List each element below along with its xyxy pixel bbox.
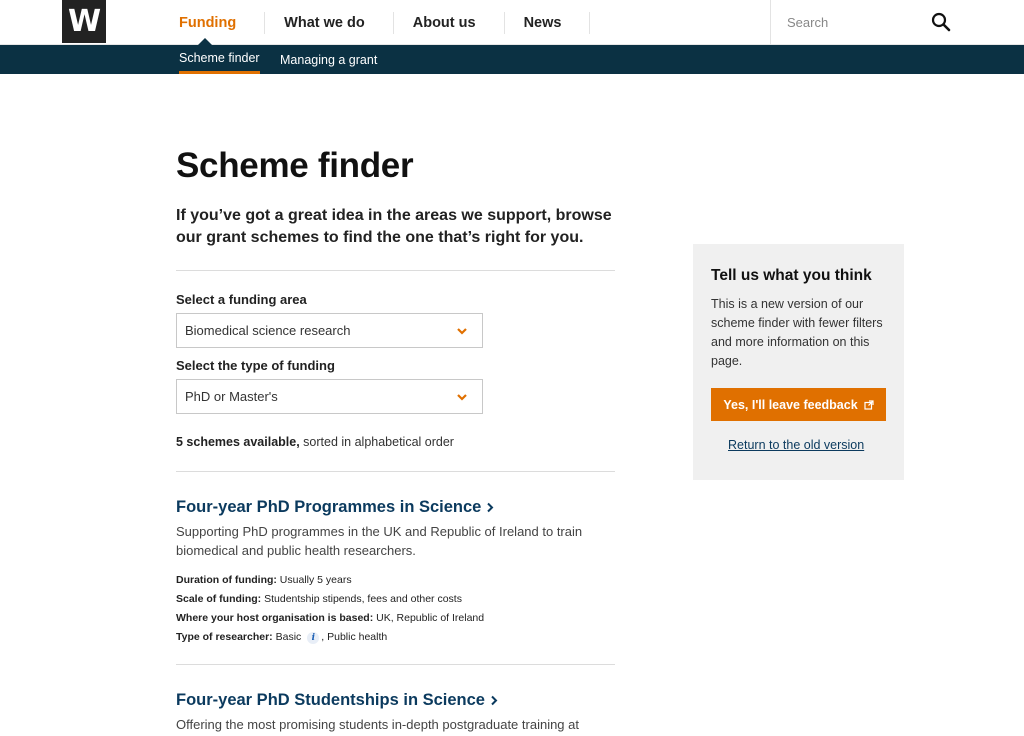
divider [176,471,615,472]
sub-nav: Scheme finder Managing a grant [0,45,1024,74]
scheme-description: Supporting PhD programmes in the UK and … [176,524,583,558]
leave-feedback-label: Yes, I'll leave feedback [723,397,858,412]
funding-area-select[interactable]: Biomedical science research [176,313,483,348]
scheme-title-link[interactable]: Four-year PhD Programmes in Science [176,498,494,517]
results-count-sort: sorted in alphabetical order [299,435,454,449]
main-nav: Funding What we do About us News [160,0,591,45]
leave-feedback-button[interactable]: Yes, I'll leave feedback [711,388,886,421]
chevron-down-icon [457,328,467,335]
scheme-meta-researcher: Type of researcher: Basic i, Public healt… [176,631,388,644]
page-title: Scheme finder [176,146,414,185]
search-input[interactable] [787,15,927,30]
nav-item-news[interactable]: News [505,11,591,34]
scheme-description: Offering the most promising students in-… [176,717,579,732]
scheme-title-link[interactable]: Four-year PhD Studentships in Science [176,691,498,710]
subnav-item-managing-a-grant[interactable]: Managing a grant [280,45,377,74]
funding-area-label: Select a funding area [176,292,307,307]
nav-item-funding[interactable]: Funding [160,11,266,34]
nav-item-about-us[interactable]: About us [394,11,505,34]
funding-type-label: Select the type of funding [176,358,335,373]
scheme-meta-scale: Scale of funding: Studentship stipends, … [176,593,462,605]
results-count: 5 schemes available, sorted in alphabeti… [176,435,454,449]
divider [176,664,615,665]
feedback-title: Tell us what you think [711,267,872,284]
results-count-number: 5 schemes available, [176,435,300,449]
page-intro: If you’ve got a great idea in the areas … [176,207,612,246]
funding-type-select[interactable]: PhD or Master's [176,379,483,414]
chevron-right-icon [487,502,494,513]
info-icon[interactable]: i [307,632,320,644]
divider [176,270,615,271]
top-header: W Funding What we do About us News [0,0,1024,45]
feedback-panel: Tell us what you think This is a new ver… [693,244,904,480]
chevron-down-icon [457,394,467,401]
search-icon[interactable] [931,12,951,32]
nav-item-what-we-do[interactable]: What we do [265,11,394,34]
scheme-meta-duration: Duration of funding: Usually 5 years [176,574,352,586]
scheme-meta-location: Where your host organisation is based: U… [176,612,485,624]
funding-area-value: Biomedical science research [185,323,351,338]
chevron-right-icon [491,695,498,706]
subnav-item-scheme-finder[interactable]: Scheme finder [179,45,260,74]
active-nav-pointer [198,38,212,45]
search-box [770,0,970,45]
wellcome-logo[interactable]: W [62,0,106,43]
scheme-title-text: Four-year PhD Studentships in Science [176,691,485,709]
external-link-icon [864,399,874,410]
funding-type-value: PhD or Master's [185,389,278,404]
scheme-meta: Duration of funding: Usually 5 years Sca… [176,571,484,647]
scheme-title-text: Four-year PhD Programmes in Science [176,498,482,516]
old-version-link[interactable]: Return to the old version [728,438,864,452]
feedback-text: This is a new version of our scheme find… [711,297,883,368]
